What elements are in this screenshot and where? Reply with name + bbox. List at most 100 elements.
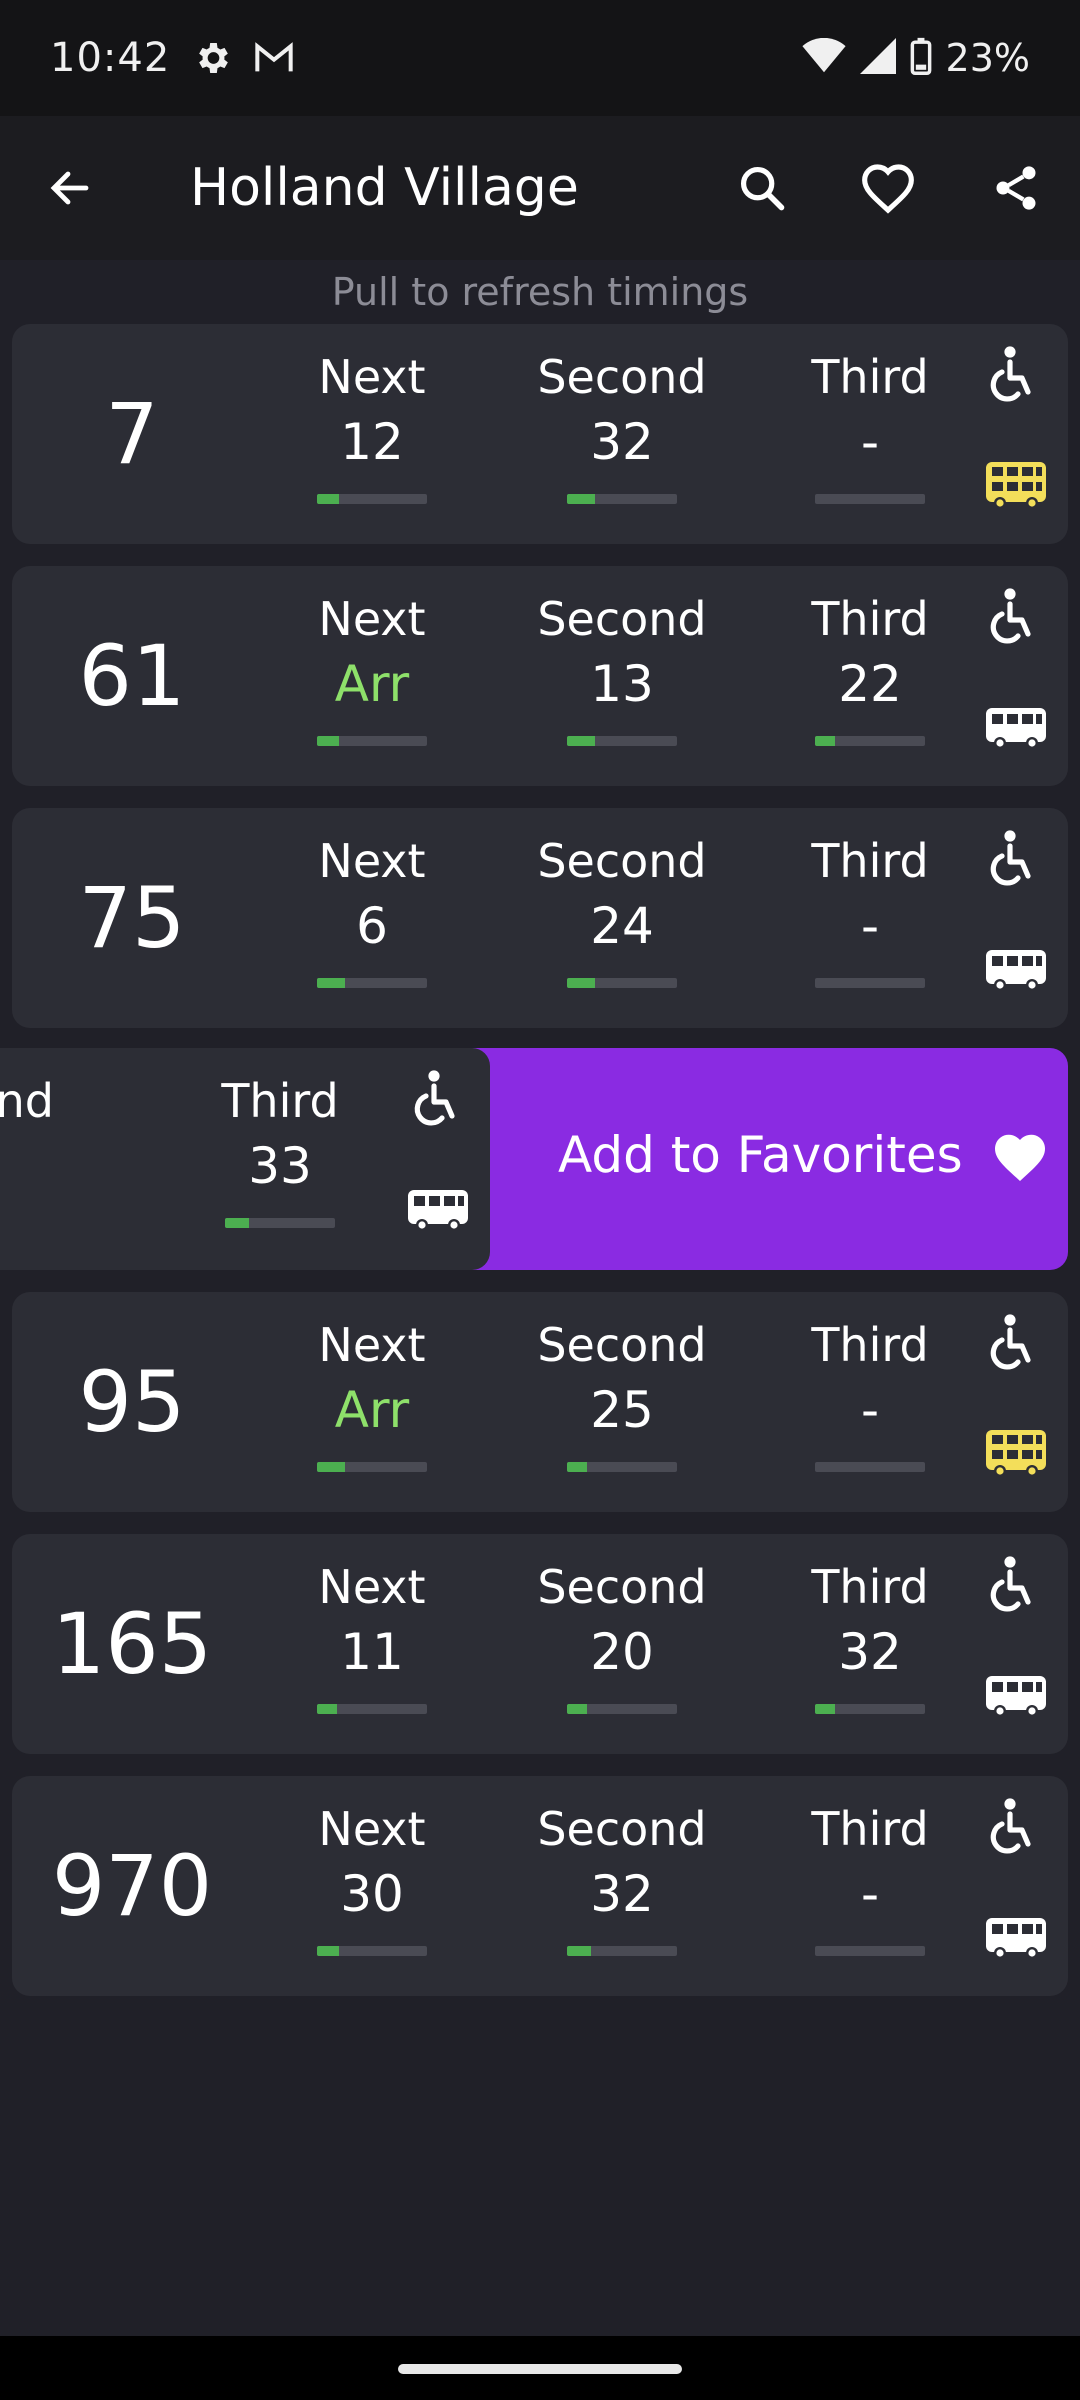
next-column: Next Arr (272, 1316, 472, 1472)
next-label: Next (318, 1802, 426, 1856)
wheelchair-icon (988, 588, 1032, 644)
third-load-bar (815, 494, 925, 504)
search-button[interactable] (728, 154, 796, 222)
next-label: Next (318, 834, 426, 888)
page-title: Holland Village (190, 158, 579, 218)
heart-icon (995, 1134, 1045, 1181)
back-arrow-icon (50, 171, 89, 205)
single-deck-bus-icon (984, 1670, 1048, 1722)
add-to-favorites-action[interactable]: Add to Favorites (470, 1048, 1068, 1270)
service-card[interactable]: 75 Next 6 Second 24 Third - (12, 808, 1068, 1028)
service-card[interactable]: 165 Next 11 Second 20 Third 32 (12, 1534, 1068, 1754)
double-decker-bus-icon (984, 1428, 1048, 1480)
second-column: Second 32 (522, 1800, 722, 1956)
next-load-bar (317, 1462, 427, 1472)
second-arrival-value: 32 (590, 1865, 654, 1923)
third-arrival-value: - (860, 1865, 880, 1923)
settings-icon (192, 38, 232, 78)
service-card[interactable]: 970 Next 30 Second 32 Third - (12, 1776, 1068, 1996)
third-arrival-value: 32 (838, 1623, 902, 1681)
service-card[interactable]: 61 Next Arr Second 13 Third 22 (12, 566, 1068, 786)
third-column: Third - (770, 832, 970, 988)
next-label: Next (318, 1560, 426, 1614)
status-bar: 10:42 23% (0, 0, 1080, 116)
wheelchair-icon (988, 1798, 1032, 1854)
wheelchair-icon (988, 1314, 1032, 1370)
next-column: Next Arr (272, 590, 472, 746)
next-load-bar (317, 1946, 427, 1956)
third-load-bar (225, 1218, 335, 1228)
service-number: 165 (51, 1595, 213, 1693)
share-button[interactable] (982, 154, 1050, 222)
single-deck-bus-icon (984, 944, 1048, 996)
home-gesture-handle[interactable] (398, 2364, 682, 2374)
third-column: Third 32 (770, 1558, 970, 1714)
wheelchair-icon (988, 1556, 1032, 1612)
service-card[interactable]: 95 Next Arr Second 25 Third - (12, 1292, 1068, 1512)
third-label: Third (811, 592, 929, 646)
search-icon (740, 166, 785, 211)
second-label: cond (0, 1074, 54, 1128)
third-label: Third (811, 834, 929, 888)
app-bar: Holland Village (0, 116, 1080, 260)
add-to-favorites-label: Add to Favorites (558, 1126, 963, 1184)
third-value: 33 (248, 1137, 312, 1195)
next-label: Next (318, 592, 426, 646)
second-label: Second (537, 350, 707, 404)
next-load-bar (317, 736, 427, 746)
second-label: Second (537, 1802, 707, 1856)
second-column: cond 15 (0, 1072, 70, 1202)
service-number: 95 (78, 1353, 186, 1451)
heart-icon (862, 164, 914, 214)
next-load-bar (317, 1704, 427, 1714)
next-label: Next (318, 350, 426, 404)
second-load-bar (567, 978, 677, 988)
wheelchair-icon (988, 830, 1032, 886)
third-label: Third (221, 1074, 339, 1128)
gmail-icon (254, 41, 294, 75)
second-load-bar (567, 1462, 677, 1472)
battery-percentage: 23% (945, 36, 1030, 80)
third-column: Third 22 (770, 590, 970, 746)
service-card[interactable]: 7 Next 12 Second 32 Third - (12, 324, 1068, 544)
second-label: Second (537, 592, 707, 646)
swiped-service-row[interactable]: Add to Favorites cond 15 Third 33 (0, 1048, 1068, 1270)
second-load-bar (567, 494, 677, 504)
third-column: Third - (770, 1316, 970, 1472)
second-arrival-value: 20 (590, 1623, 654, 1681)
next-arrival-value: Arr (334, 655, 410, 713)
service-number: 970 (51, 1837, 213, 1935)
next-column: Next 30 (272, 1800, 472, 1956)
second-label: Second (537, 1560, 707, 1614)
double-decker-bus-icon (984, 460, 1048, 512)
third-arrival-value: - (860, 897, 880, 955)
second-load-bar (567, 736, 677, 746)
next-column: Next 6 (272, 832, 472, 988)
third-load-bar (815, 736, 925, 746)
second-value: 15 (0, 1130, 70, 1202)
single-deck-bus-icon (984, 702, 1048, 754)
back-button[interactable] (38, 156, 102, 220)
third-load-bar (815, 1704, 925, 1714)
second-load-bar (567, 1704, 677, 1714)
service-number: 61 (78, 627, 186, 725)
favorite-button[interactable] (854, 154, 922, 222)
third-label: Third (811, 350, 929, 404)
second-label: Second (537, 1318, 707, 1372)
third-arrival-value: - (860, 1381, 880, 1439)
next-load-bar (317, 978, 427, 988)
third-load-bar (815, 978, 925, 988)
third-label: Third (811, 1560, 929, 1614)
refresh-hint: Pull to refresh timings (331, 270, 749, 314)
service-number: 7 (105, 385, 159, 483)
share-icon (996, 166, 1036, 210)
third-load-bar (815, 1946, 925, 1956)
swiped-service-card[interactable]: cond 15 Third 33 (0, 1048, 490, 1270)
second-arrival-value: 13 (590, 655, 654, 713)
second-column: Second 24 (522, 832, 722, 988)
second-arrival-value: 32 (590, 413, 654, 471)
next-arrival-value: Arr (334, 1381, 410, 1439)
next-load-bar (317, 494, 427, 504)
signal-icon (859, 38, 896, 78)
next-column: Next 12 (272, 348, 472, 504)
